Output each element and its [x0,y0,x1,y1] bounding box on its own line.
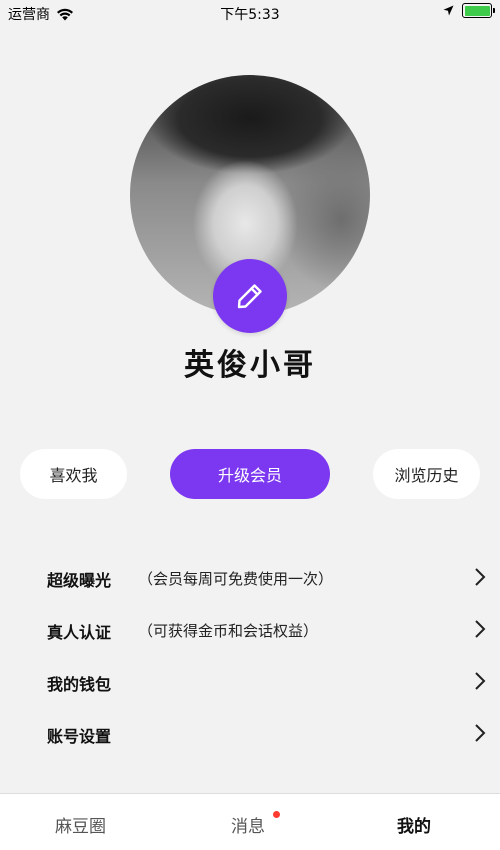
battery-level-fill [464,5,490,16]
menu-title: 超级曝光 [47,571,112,590]
upgrade-membership-button[interactable]: 升级会员 [170,449,330,499]
menu-title: 真人认证 [47,623,112,642]
tab-messages[interactable]: 消息 [231,812,265,837]
tab-mine[interactable]: 我的 [397,812,431,837]
menu-subtitle: （可获得金币和会话权益） [138,622,319,640]
chevron-right-icon [475,672,486,690]
menu-row-my-wallet[interactable]: 我的钱包 [0,655,500,707]
status-bar: 运营商 下午5:33 [0,0,500,26]
profile-name: 英俊小哥 [184,348,316,383]
status-time: 下午5:33 [220,7,280,23]
battery-icon [462,3,495,18]
profile-screen: 运营商 下午5:33 英俊小哥 喜欢我 升级会员 浏览历史 超级曝光 （会员每周… [0,0,500,850]
menu-title: 我的钱包 [47,675,112,694]
tab-madou-circle[interactable]: 麻豆圈 [55,812,106,837]
liked-me-button[interactable]: 喜欢我 [20,449,127,499]
chevron-right-icon [475,568,486,586]
location-arrow-icon [443,5,454,16]
browse-history-button[interactable]: 浏览历史 [373,449,480,499]
menu-title: 账号设置 [47,727,112,746]
menu-subtitle: （会员每周可免费使用一次） [138,570,334,588]
bottom-tab-bar: 麻豆圈 消息 我的 [0,793,500,850]
chevron-right-icon [475,724,486,742]
edit-profile-button[interactable] [213,259,287,333]
pencil-icon [237,284,262,309]
status-right [443,3,495,18]
menu-row-account-settings[interactable]: 账号设置 [0,707,500,759]
menu-row-super-exposure[interactable]: 超级曝光 （会员每周可免费使用一次） [0,551,500,603]
chevron-right-icon [475,620,486,638]
unread-badge-dot [273,811,280,818]
menu-row-real-person-verification[interactable]: 真人认证 （可获得金币和会话权益） [0,603,500,655]
